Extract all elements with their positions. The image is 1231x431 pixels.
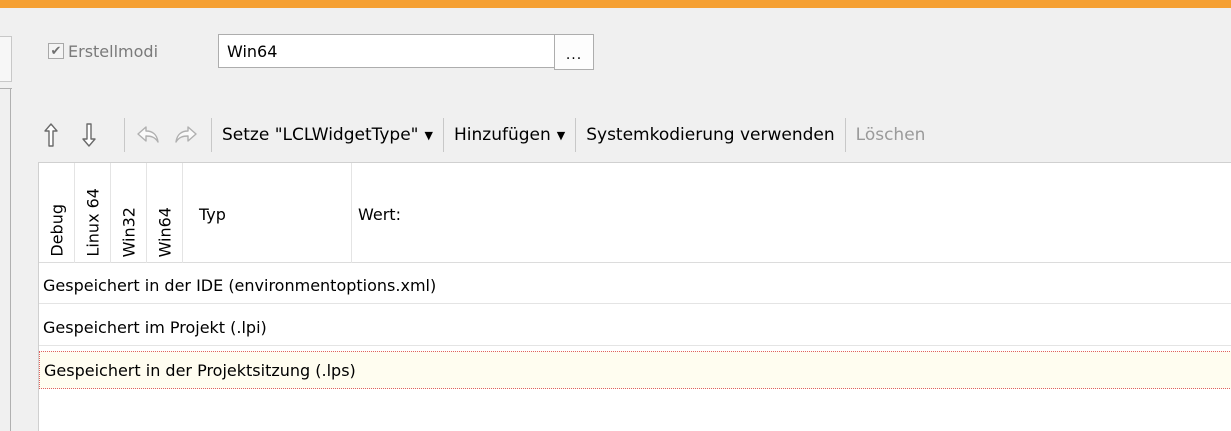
column-header-win64[interactable]: Win64 bbox=[147, 163, 183, 263]
left-panel-edge bbox=[0, 8, 12, 431]
toolbar: Setze "LCLWidgetType" ▼ Hinzufügen ▼ Sys… bbox=[38, 116, 925, 154]
grid-row-project[interactable]: Gespeichert im Projekt (.lpi) bbox=[39, 310, 1231, 346]
arrow-down-icon[interactable] bbox=[76, 120, 102, 150]
column-header-debug[interactable]: Debug bbox=[39, 163, 75, 263]
arrow-up-icon[interactable] bbox=[38, 120, 64, 150]
build-mode-selected-value: Win64 bbox=[227, 41, 278, 61]
add-button[interactable]: Hinzufügen ▼ bbox=[454, 125, 565, 145]
window-accent-bar bbox=[0, 0, 1231, 8]
set-widget-type-button[interactable]: Setze "LCLWidgetType" ▼ bbox=[222, 125, 433, 145]
delete-button[interactable]: Löschen bbox=[856, 125, 926, 145]
build-modes-more-button[interactable]: ... bbox=[554, 34, 594, 70]
checkbox-check-icon[interactable]: ✔ bbox=[48, 43, 64, 59]
build-modes-checkbox[interactable]: ✔ Erstellmodi bbox=[48, 42, 158, 61]
column-header-type[interactable]: Typ bbox=[183, 163, 352, 263]
grid-row-ide[interactable]: Gespeichert in der IDE (environmentoptio… bbox=[39, 268, 1231, 304]
system-encoding-button[interactable]: Systemkodierung verwenden bbox=[586, 125, 834, 145]
options-grid: Debug Linux 64 Win32 Win64 Typ Wert: Ges… bbox=[38, 162, 1231, 431]
caret-down-icon: ▼ bbox=[424, 128, 433, 142]
column-header-value[interactable]: Wert: bbox=[352, 163, 1231, 263]
grid-header: Debug Linux 64 Win32 Win64 Typ Wert: bbox=[39, 163, 1231, 263]
caret-down-icon: ▼ bbox=[556, 128, 566, 142]
column-header-linux64[interactable]: Linux 64 bbox=[75, 163, 111, 263]
undo-icon[interactable] bbox=[135, 120, 161, 150]
build-modes-label: Erstellmodi bbox=[68, 41, 159, 61]
grid-row-session[interactable]: Gespeichert in der Projektsitzung (.lps) bbox=[39, 351, 1231, 389]
build-modes-row: ✔ Erstellmodi Win64 ... bbox=[48, 34, 594, 70]
redo-icon[interactable] bbox=[173, 120, 199, 150]
column-header-win32[interactable]: Win32 bbox=[111, 163, 147, 263]
left-tab-stub[interactable] bbox=[0, 36, 12, 82]
build-mode-select[interactable]: Win64 bbox=[218, 34, 580, 68]
